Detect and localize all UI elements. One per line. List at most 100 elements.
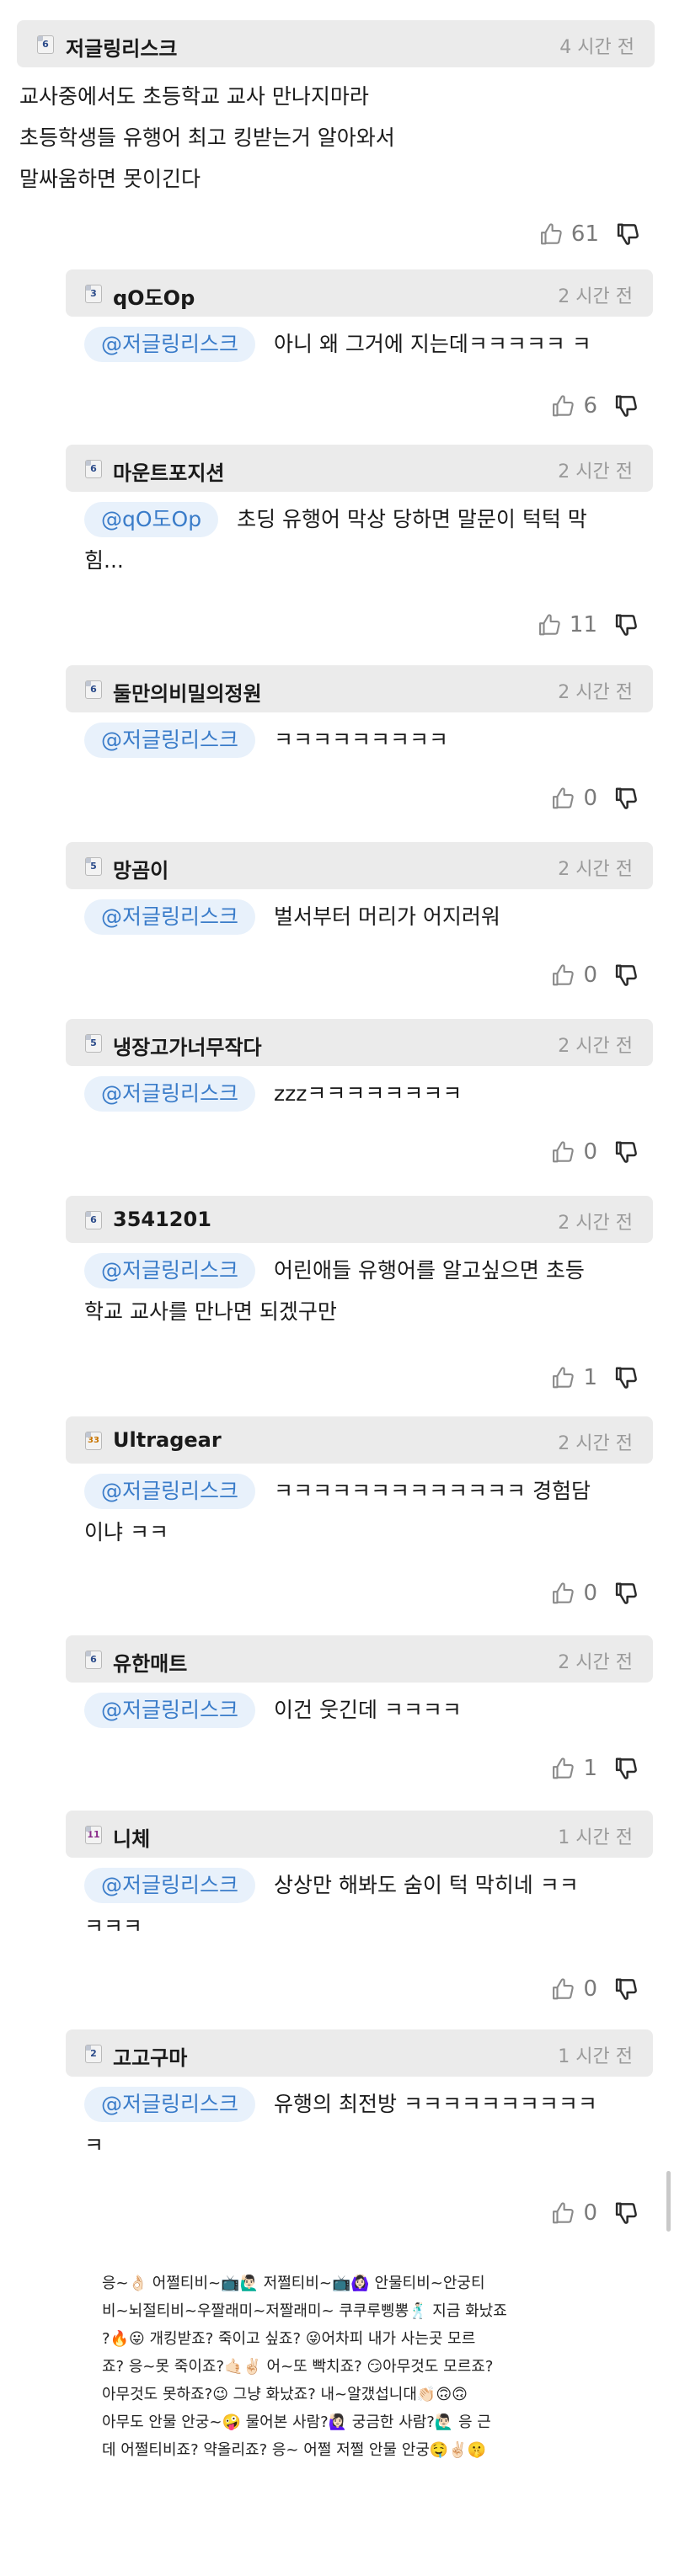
comment-body: @저글링리스크 zzzㅋㅋㅋㅋㅋㅋㅋㅋ bbox=[84, 1073, 653, 1114]
reply-item: 6 마운트포지션 2 시간 전 @qO도Op 초딩 유행어 막상 당하면 말문이 … bbox=[66, 445, 653, 655]
comment-time: 1 시간 전 bbox=[558, 2046, 633, 2067]
mention-tag[interactable]: @qO도Op bbox=[84, 502, 219, 537]
reply-item: 11 니체 1 시간 전 @저글링리스크 상상만 해봐도 숨이 턱 막히네 ㅋㅋ … bbox=[66, 1811, 653, 2021]
thumbs-up-icon[interactable] bbox=[538, 612, 563, 637]
vote-actions: 0 bbox=[551, 2196, 639, 2230]
thumbs-down-icon[interactable] bbox=[614, 612, 639, 637]
comment-time: 2 시간 전 bbox=[558, 461, 633, 483]
thumbs-up-icon[interactable] bbox=[551, 1139, 576, 1165]
reply-item: 2 고고구마 1 시간 전 @저글링리스크 유행의 최전방 ㅋㅋㅋㅋㅋㅋㅋㅋㅋㅋ … bbox=[66, 2029, 653, 2240]
thumbs-down-icon[interactable] bbox=[614, 1756, 639, 1781]
thumbs-down-icon[interactable] bbox=[614, 1365, 639, 1390]
thumbs-up-icon[interactable] bbox=[551, 963, 576, 988]
comment-item: 6 저글링리스크 4 시간 전 교사중에서도 초등학교 교사 만나지마라 초등학… bbox=[17, 20, 655, 256]
thumbs-up-icon[interactable] bbox=[551, 1976, 576, 2002]
comment-header: 6 3541201 2 시간 전 bbox=[66, 1196, 653, 1243]
comment-author[interactable]: 3541201 bbox=[113, 1208, 211, 1231]
comment-body: @저글링리스크 아니 왜 그거에 지는데ㅋㅋㅋㅋㅋ ㅋ bbox=[84, 323, 653, 365]
thumbs-up-icon[interactable] bbox=[551, 393, 576, 419]
thumbs-up-icon[interactable] bbox=[551, 1365, 576, 1390]
comment-time: 2 시간 전 bbox=[558, 286, 633, 307]
like-count: 11 bbox=[569, 612, 597, 637]
like-count: 6 bbox=[583, 393, 597, 419]
vote-actions: 0 bbox=[551, 1972, 639, 2006]
user-level-badge: 5 bbox=[85, 857, 102, 876]
mention-tag[interactable]: @저글링리스크 bbox=[84, 327, 256, 362]
thumbs-up-icon[interactable] bbox=[551, 2200, 576, 2226]
reply-item: 33 Ultragear 2 시간 전 @저글링리스크 ㅋㅋㅋㅋㅋㅋㅋㅋㅋㅋㅋㅋㅋ… bbox=[66, 1416, 653, 1627]
mention-tag[interactable]: @저글링리스크 bbox=[84, 1693, 256, 1728]
comment-header: 6 둘만의비밀의정원 2 시간 전 bbox=[66, 665, 653, 712]
vote-actions: 0 bbox=[551, 1576, 639, 1610]
thumbs-down-icon[interactable] bbox=[616, 221, 641, 247]
thumbs-down-icon[interactable] bbox=[614, 786, 639, 811]
thumbs-up-icon[interactable] bbox=[551, 1756, 576, 1781]
comment-author[interactable]: 유한매트 bbox=[113, 1647, 187, 1677]
user-level-badge: 11 bbox=[85, 1826, 102, 1844]
comment-body: @저글링리스크 이건 웃긴데 ㅋㅋㅋㅋ bbox=[84, 1689, 653, 1731]
mention-tag[interactable]: @저글링리스크 bbox=[84, 899, 256, 935]
vote-actions: 6 bbox=[551, 389, 639, 423]
comment-time: 2 시간 전 bbox=[558, 1652, 633, 1673]
like-count: 1 bbox=[583, 1756, 597, 1781]
comment-author[interactable]: Ultragear bbox=[113, 1428, 222, 1452]
comment-author[interactable]: 마운트포지션 bbox=[113, 456, 224, 486]
comment-author[interactable]: 둘만의비밀의정원 bbox=[113, 677, 262, 707]
user-level-badge: 6 bbox=[85, 460, 102, 478]
mention-tag[interactable]: @저글링리스크 bbox=[84, 2087, 256, 2122]
thumbs-down-icon[interactable] bbox=[614, 393, 639, 419]
vote-actions: 1 bbox=[551, 1361, 639, 1395]
user-level-badge: 5 bbox=[85, 1034, 102, 1053]
mention-tag[interactable]: @저글링리스크 bbox=[84, 1868, 256, 1903]
reply-item: 6 유한매트 2 시간 전 @저글링리스크 이건 웃긴데 ㅋㅋㅋㅋ 1 bbox=[66, 1635, 653, 1795]
mention-tag[interactable]: @저글링리스크 bbox=[84, 1076, 256, 1112]
comment-author[interactable]: qO도Op bbox=[113, 281, 195, 311]
comment-header: 6 유한매트 2 시간 전 bbox=[66, 1635, 653, 1683]
comment-body: @qO도Op 초딩 유행어 막상 당하면 말문이 턱턱 막 힘... bbox=[84, 499, 653, 581]
like-count: 1 bbox=[583, 1365, 597, 1390]
comment-body: @저글링리스크 벌서부터 머리가 어지러워 bbox=[84, 896, 653, 937]
thumbs-down-icon[interactable] bbox=[614, 1581, 639, 1606]
user-level-badge: 2 bbox=[85, 2045, 102, 2063]
comment-time: 1 시간 전 bbox=[558, 1827, 633, 1848]
comment-body: @저글링리스크 ㅋㅋㅋㅋㅋㅋㅋㅋㅋ bbox=[84, 719, 653, 760]
comment-header: 6 저글링리스크 4 시간 전 bbox=[17, 20, 655, 67]
comment-author[interactable]: 니체 bbox=[113, 1822, 150, 1852]
vote-actions: 0 bbox=[551, 958, 639, 992]
comment-author[interactable]: 고고구마 bbox=[113, 2041, 187, 2071]
mention-tag[interactable]: @저글링리스크 bbox=[84, 723, 256, 758]
mention-tag[interactable]: @저글링리스크 bbox=[84, 1253, 256, 1288]
scrollbar-thumb[interactable] bbox=[666, 2171, 671, 2232]
comment-author[interactable]: 망곰이 bbox=[113, 854, 168, 883]
comment-time: 2 시간 전 bbox=[558, 1213, 633, 1234]
comment-time: 2 시간 전 bbox=[558, 682, 633, 703]
comment-body: 교사중에서도 초등학교 교사 만나지마라 초등학생들 유행어 최고 킹받는거 알… bbox=[19, 84, 395, 191]
like-count: 0 bbox=[583, 963, 597, 988]
thumbs-up-icon[interactable] bbox=[539, 221, 564, 247]
comment-time: 2 시간 전 bbox=[558, 1433, 633, 1454]
user-level-badge: 6 bbox=[37, 35, 54, 54]
comment-author[interactable]: 냉장고가너무작다 bbox=[113, 1031, 262, 1060]
comment-time: 4 시간 전 bbox=[559, 37, 634, 58]
thumbs-up-icon[interactable] bbox=[551, 786, 576, 811]
reply-item: 5 망곰이 2 시간 전 @저글링리스크 벌서부터 머리가 어지러워 0 bbox=[66, 842, 653, 1002]
user-level-badge: 6 bbox=[85, 1651, 102, 1669]
mention-tag[interactable]: @저글링리스크 bbox=[84, 1474, 256, 1509]
vote-actions: 0 bbox=[551, 1135, 639, 1169]
user-level-badge: 6 bbox=[85, 1211, 102, 1229]
like-count: 0 bbox=[583, 1976, 597, 2002]
like-count: 0 bbox=[583, 1581, 597, 1606]
thumbs-down-icon[interactable] bbox=[614, 1976, 639, 2002]
thumbs-down-icon[interactable] bbox=[614, 1139, 639, 1165]
vote-actions: 1 bbox=[551, 1752, 639, 1785]
thumbs-down-icon[interactable] bbox=[614, 963, 639, 988]
thumbs-up-icon[interactable] bbox=[551, 1581, 576, 1606]
comment-header: 3 qO도Op 2 시간 전 bbox=[66, 269, 653, 317]
user-level-badge: 6 bbox=[85, 680, 102, 699]
like-count: 0 bbox=[583, 2200, 597, 2226]
like-count: 0 bbox=[583, 786, 597, 811]
comment-author[interactable]: 저글링리스크 bbox=[66, 32, 177, 61]
reply-item: 5 냉장고가너무작다 2 시간 전 @저글링리스크 zzzㅋㅋㅋㅋㅋㅋㅋㅋ 0 bbox=[66, 1019, 653, 1179]
thumbs-down-icon[interactable] bbox=[614, 2200, 639, 2226]
comment-header: 2 고고구마 1 시간 전 bbox=[66, 2029, 653, 2077]
